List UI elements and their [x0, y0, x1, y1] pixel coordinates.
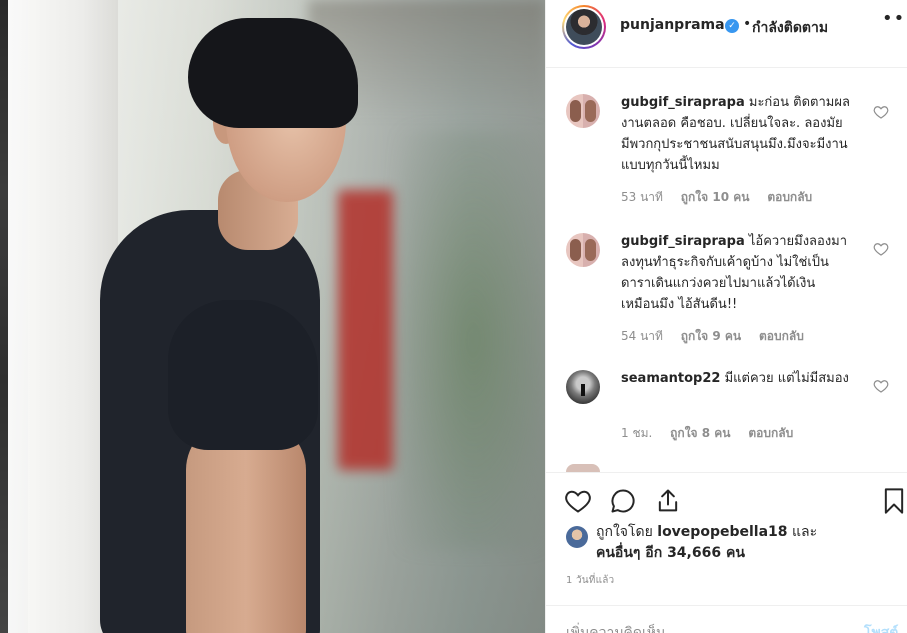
- liked-by-conj: และ: [791, 524, 818, 540]
- comment-reply-button[interactable]: ตอบกลับ: [748, 426, 793, 440]
- post-timestamp[interactable]: 1 วันที่แล้ว: [566, 573, 614, 588]
- partial-commenter-avatar: [566, 464, 600, 472]
- author-username[interactable]: punjanprama: [620, 17, 725, 33]
- comment-time[interactable]: 54 นาที: [621, 329, 663, 343]
- comment-time[interactable]: 1 ชม.: [621, 426, 652, 440]
- commenter-username[interactable]: gubgif_siraprapa: [621, 95, 745, 110]
- comment-reply-button[interactable]: ตอบกลับ: [759, 329, 804, 343]
- heart-icon[interactable]: [564, 487, 592, 515]
- bookmark-icon[interactable]: [880, 487, 907, 515]
- verified-badge-icon: ✓: [725, 19, 739, 33]
- comment-time[interactable]: 53 นาที: [621, 190, 663, 204]
- post-header: punjanprama ✓ • กำลังติดตาม •••: [546, 0, 907, 68]
- comment-likes[interactable]: ถูกใจ 8 คน: [670, 426, 730, 440]
- share-icon[interactable]: [654, 487, 682, 515]
- post-comment-button[interactable]: โพสต์: [864, 622, 898, 633]
- commenter-avatar[interactable]: [566, 370, 600, 404]
- liker-avatar[interactable]: [566, 526, 588, 548]
- photo-bg-foliage: [398, 130, 545, 550]
- comment-like-icon[interactable]: [873, 104, 889, 120]
- more-options-icon[interactable]: •••: [882, 10, 907, 32]
- add-comment-bar: เพิ่มความคิดเห็น... โพสต์: [546, 605, 907, 633]
- comment-meta: 53 นาที ถูกใจ 10 คน ตอบกลับ: [621, 188, 826, 207]
- comment-meta: 1 ชม. ถูกใจ 8 คน ตอบกลับ: [621, 424, 807, 443]
- comment-likes[interactable]: ถูกใจ 9 คน: [681, 329, 741, 343]
- liker-username[interactable]: lovepopebella18: [657, 524, 787, 540]
- header-separator: •: [743, 16, 752, 32]
- comment-like-icon[interactable]: [873, 378, 889, 394]
- photo-person-hair: [188, 18, 358, 128]
- photo-person-arm: [186, 420, 306, 633]
- liked-by-row: ถูกใจโดย lovepopebella18 และ คนอื่นๆ อีก…: [546, 518, 907, 568]
- comment-text: seamantop22 มีแต่ควย แต่ไม่มีสมอง: [621, 368, 851, 389]
- commenter-avatar[interactable]: [566, 94, 600, 128]
- comment-meta: 54 นาที ถูกใจ 9 คน ตอบกลับ: [621, 327, 818, 346]
- liked-by-prefix: ถูกใจโดย: [596, 524, 653, 540]
- commenter-username[interactable]: gubgif_siraprapa: [621, 234, 745, 249]
- liked-by-text: ถูกใจโดย lovepopebella18 และ คนอื่นๆ อีก…: [596, 522, 876, 564]
- post-side-panel: punjanprama ✓ • กำลังติดตาม ••• gubgif_s…: [545, 0, 907, 633]
- add-comment-input[interactable]: เพิ่มความคิดเห็น...: [566, 622, 679, 633]
- photo-person-sleeve: [168, 300, 318, 450]
- comment-text: gubgif_siraprapa มะก่อน ติดตามผลงานตลอด …: [621, 92, 851, 176]
- photo-bg-red-pillar: [338, 190, 393, 470]
- post-photo[interactable]: [8, 0, 545, 633]
- comment-icon[interactable]: [609, 487, 637, 515]
- author-avatar[interactable]: [562, 5, 606, 49]
- commenter-avatar[interactable]: [566, 233, 600, 267]
- comment-reply-button[interactable]: ตอบกลับ: [767, 190, 812, 204]
- liked-by-others[interactable]: คนอื่นๆ อีก 34,666 คน: [596, 545, 745, 561]
- following-button[interactable]: กำลังติดตาม: [752, 17, 828, 39]
- left-edge-strip: [0, 0, 8, 633]
- commenter-username[interactable]: seamantop22: [621, 371, 720, 386]
- comment-text: gubgif_siraprapa ไอ้ควายมึงลองมาลงทุนทำธ…: [621, 231, 851, 315]
- comments-list[interactable]: gubgif_siraprapa มะก่อน ติดตามผลงานตลอด …: [546, 68, 907, 472]
- comment-likes[interactable]: ถูกใจ 10 คน: [681, 190, 750, 204]
- comment-like-icon[interactable]: [873, 241, 889, 257]
- comment-body: มีแต่ควย แต่ไม่มีสมอง: [724, 371, 849, 386]
